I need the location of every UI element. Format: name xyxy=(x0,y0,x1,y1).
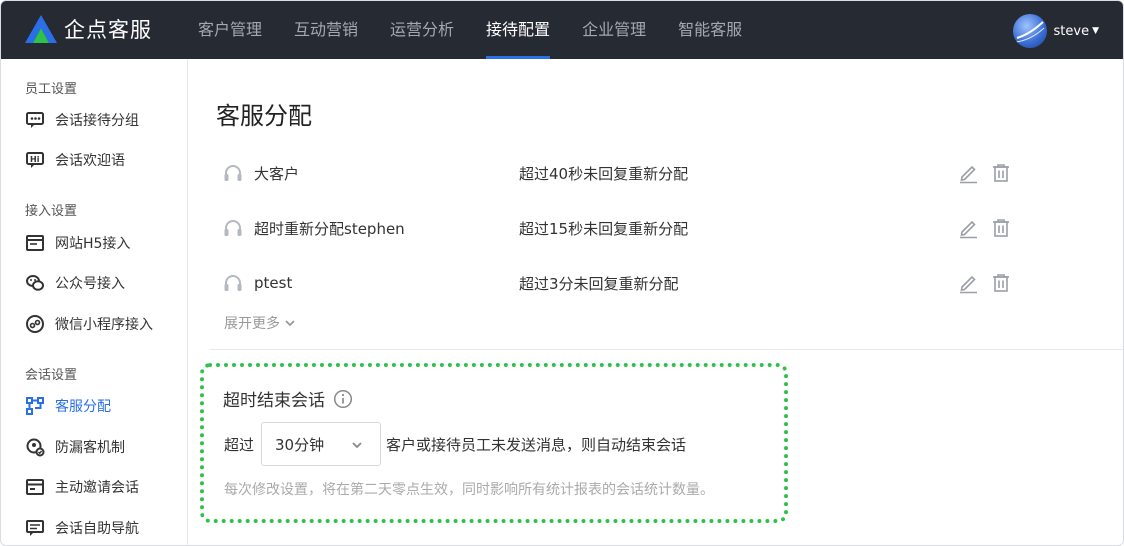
chevron-down-icon xyxy=(285,320,295,327)
sidebar-group-session: 会话设置 xyxy=(25,368,78,383)
chevron-down-icon xyxy=(352,442,362,449)
sidebar-item-label: 会话自助导航 xyxy=(55,521,139,537)
logo[interactable]: 企点客服 xyxy=(24,14,152,44)
list-item: ptest 超过3分未回复重新分配 xyxy=(222,271,1022,295)
caret-down-icon: ▼ xyxy=(1092,26,1099,36)
sidebar-item-label: 公众号接入 xyxy=(55,276,125,292)
chat-group-icon xyxy=(25,110,45,130)
main-content: 客服分配 大客户 超过40秒未回复重新分配 超时重新分配stephen 超过15… xyxy=(189,59,1123,545)
sidebar-item-label: 主动邀请会话 xyxy=(55,480,139,496)
sidebar: 员工设置 会话接待分组 Hi 会话欢迎语 接入设置 网站H5接入 公众号接入 微… xyxy=(1,59,188,545)
section-title: 超时结束会话 xyxy=(223,386,353,411)
expand-more-label: 展开更多 xyxy=(224,316,280,332)
sidebar-item-anti-leak[interactable]: 防漏客机制 xyxy=(25,435,125,459)
mini-program-icon xyxy=(25,314,45,334)
group-rule: 超过15秒未回复重新分配 xyxy=(519,219,689,238)
sidebar-group-access: 接入设置 xyxy=(25,204,78,219)
sidebar-group-staff: 员工设置 xyxy=(25,82,78,97)
nav-operation-analysis[interactable]: 运营分析 xyxy=(374,1,470,59)
delete-icon[interactable] xyxy=(990,162,1012,188)
group-name: ptest xyxy=(254,274,293,292)
info-icon[interactable] xyxy=(333,389,353,409)
logo-text: 企点客服 xyxy=(64,18,152,42)
section-title-text: 超时结束会话 xyxy=(223,391,325,411)
sidebar-item-label: 微信小程序接入 xyxy=(55,317,153,333)
group-rule: 超过40秒未回复重新分配 xyxy=(519,164,689,183)
timeout-prefix: 超过 xyxy=(224,435,255,454)
nav-enterprise-management[interactable]: 企业管理 xyxy=(566,1,662,59)
sidebar-item-mini-program[interactable]: 微信小程序接入 xyxy=(25,312,153,336)
logo-mark-icon xyxy=(25,15,57,43)
sidebar-item-label: 会话接待分组 xyxy=(55,113,139,129)
web-window-icon xyxy=(25,233,45,253)
sidebar-item-web-h5[interactable]: 网站H5接入 xyxy=(25,231,130,255)
sidebar-item-distribution[interactable]: 客服分配 xyxy=(25,394,111,418)
timeout-suffix: 客户或接待员工未发送消息，则自动结束会话 xyxy=(386,435,687,454)
timeout-setting: 超过 30分钟 客户或接待员工未发送消息，则自动结束会话 xyxy=(224,422,686,466)
sidebar-item-chat-group[interactable]: 会话接待分组 xyxy=(25,108,139,132)
top-navbar: 企点客服 客户管理 互动营销 运营分析 接待配置 企业管理 智能客服 steve… xyxy=(1,1,1123,59)
headset-icon xyxy=(224,165,242,181)
timeout-select[interactable]: 30分钟 xyxy=(261,422,382,466)
avatar xyxy=(1012,14,1047,48)
sidebar-item-self-nav[interactable]: 会话自助导航 xyxy=(25,516,139,540)
user-menu[interactable]: steve ▼ xyxy=(1012,14,1099,48)
edit-icon[interactable] xyxy=(957,272,979,298)
anti-leak-icon xyxy=(25,437,45,457)
main-nav: 客户管理 互动营销 运营分析 接待配置 企业管理 智能客服 xyxy=(182,1,758,59)
timeout-hint: 每次修改设置，将在第二天零点生效，同时影响所有统计报表的会话统计数量。 xyxy=(224,482,714,498)
self-nav-icon xyxy=(25,518,45,538)
edit-icon[interactable] xyxy=(957,217,979,243)
headset-icon xyxy=(224,275,242,291)
group-name: 超时重新分配stephen xyxy=(254,219,405,238)
delete-icon[interactable] xyxy=(990,217,1012,243)
group-name: 大客户 xyxy=(254,164,300,183)
distribute-icon xyxy=(25,396,45,416)
timeout-select-value: 30分钟 xyxy=(275,435,325,454)
list-item: 大客户 超过40秒未回复重新分配 xyxy=(222,161,1022,185)
sidebar-item-official-account[interactable]: 公众号接入 xyxy=(25,271,125,295)
wechat-icon xyxy=(25,273,45,293)
sidebar-item-label: 客服分配 xyxy=(55,399,111,415)
svg-text:Hi: Hi xyxy=(30,155,40,164)
group-rule: 超过3分未回复重新分配 xyxy=(519,274,679,293)
nav-smart-service[interactable]: 智能客服 xyxy=(662,1,758,59)
headset-icon xyxy=(224,220,242,236)
sidebar-item-label: 网站H5接入 xyxy=(55,236,131,252)
nav-interactive-marketing[interactable]: 互动营销 xyxy=(278,1,374,59)
sidebar-item-label: 会话欢迎语 xyxy=(55,153,125,169)
sidebar-item-welcome[interactable]: Hi 会话欢迎语 xyxy=(25,148,125,172)
sidebar-item-invite[interactable]: 主动邀请会话 xyxy=(25,475,139,499)
edit-icon[interactable] xyxy=(957,162,979,188)
nav-customer-management[interactable]: 客户管理 xyxy=(182,1,278,59)
expand-more-link[interactable]: 展开更多 xyxy=(224,313,297,333)
sidebar-item-label: 防漏客机制 xyxy=(55,440,125,456)
app-window: 企点客服 客户管理 互动营销 运营分析 接待配置 企业管理 智能客服 steve… xyxy=(0,0,1124,546)
list-item: 超时重新分配stephen 超过15秒未回复重新分配 xyxy=(222,216,1022,240)
divider xyxy=(210,349,1123,350)
hi-greeting-icon: Hi xyxy=(25,150,45,170)
nav-reception-config[interactable]: 接待配置 xyxy=(470,1,566,59)
delete-icon[interactable] xyxy=(990,272,1012,298)
page-title: 客服分配 xyxy=(216,102,312,130)
invite-icon xyxy=(25,477,45,497)
user-name: steve xyxy=(1053,23,1090,39)
